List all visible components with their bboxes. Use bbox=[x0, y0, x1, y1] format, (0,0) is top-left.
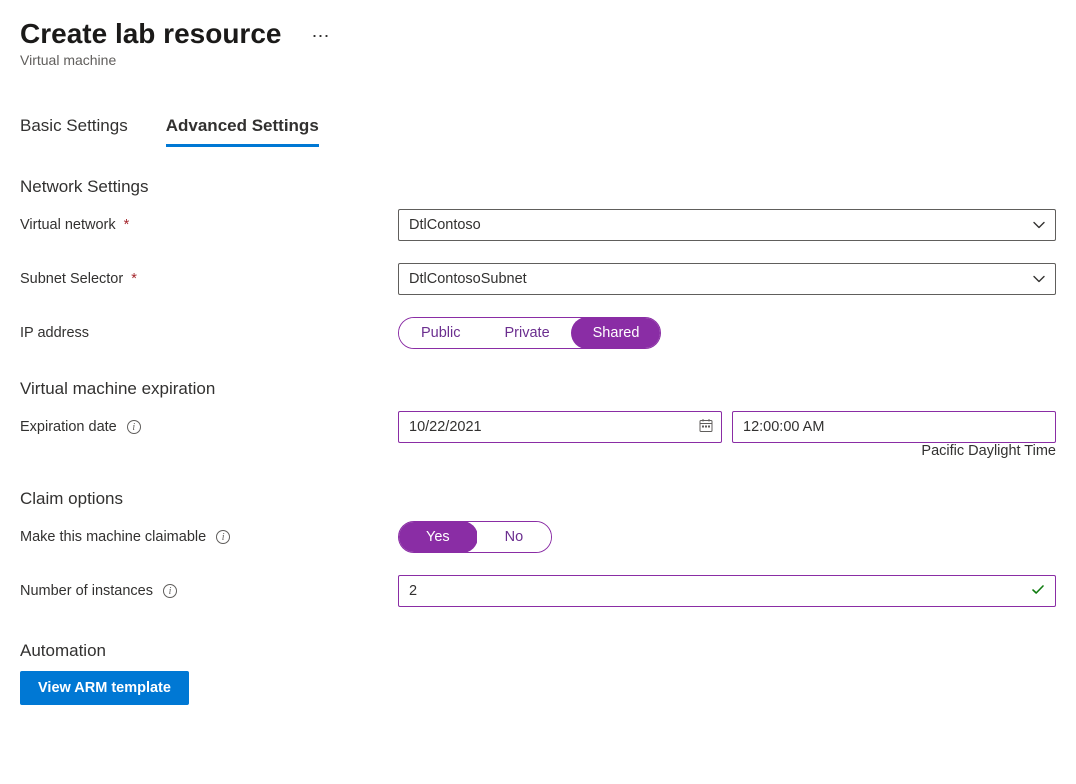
tab-advanced-settings[interactable]: Advanced Settings bbox=[166, 116, 319, 147]
section-claim-options: Claim options bbox=[20, 489, 1056, 509]
more-actions-icon[interactable]: ⋯ bbox=[311, 26, 331, 47]
section-automation: Automation bbox=[20, 641, 1056, 661]
label-ip-address: IP address bbox=[20, 325, 89, 341]
info-icon[interactable]: i bbox=[127, 420, 141, 434]
required-indicator: * bbox=[131, 271, 137, 287]
page-subtitle: Virtual machine bbox=[20, 52, 1056, 68]
info-icon[interactable]: i bbox=[216, 530, 230, 544]
virtual-network-dropdown[interactable] bbox=[398, 209, 1056, 241]
required-indicator: * bbox=[124, 217, 130, 233]
ip-option-private[interactable]: Private bbox=[483, 318, 572, 348]
label-expiration-date: Expiration date bbox=[20, 419, 117, 435]
info-icon[interactable]: i bbox=[163, 584, 177, 598]
ip-option-shared[interactable]: Shared bbox=[571, 317, 662, 349]
tab-basic-settings[interactable]: Basic Settings bbox=[20, 116, 128, 147]
check-icon bbox=[1030, 582, 1046, 601]
label-virtual-network: Virtual network bbox=[20, 217, 116, 233]
number-of-instances-input[interactable] bbox=[398, 575, 1056, 607]
label-subnet-selector: Subnet Selector bbox=[20, 271, 123, 287]
ip-option-public[interactable]: Public bbox=[399, 318, 483, 348]
subnet-selector-dropdown[interactable] bbox=[398, 263, 1056, 295]
claimable-yes[interactable]: Yes bbox=[398, 521, 478, 553]
label-number-of-instances: Number of instances bbox=[20, 583, 153, 599]
section-network-settings: Network Settings bbox=[20, 177, 1056, 197]
timezone-label: Pacific Daylight Time bbox=[921, 443, 1056, 459]
claimable-toggle-group: Yes No bbox=[398, 521, 552, 553]
page-title: Create lab resource bbox=[20, 18, 281, 50]
claimable-no[interactable]: No bbox=[477, 522, 552, 552]
tabs: Basic Settings Advanced Settings bbox=[20, 116, 1056, 147]
expiration-time-input[interactable] bbox=[732, 411, 1056, 443]
expiration-date-input[interactable] bbox=[398, 411, 722, 443]
section-vm-expiration: Virtual machine expiration bbox=[20, 379, 1056, 399]
view-arm-template-button[interactable]: View ARM template bbox=[20, 671, 189, 705]
label-make-claimable: Make this machine claimable bbox=[20, 529, 206, 545]
ip-address-toggle-group: Public Private Shared bbox=[398, 317, 661, 349]
